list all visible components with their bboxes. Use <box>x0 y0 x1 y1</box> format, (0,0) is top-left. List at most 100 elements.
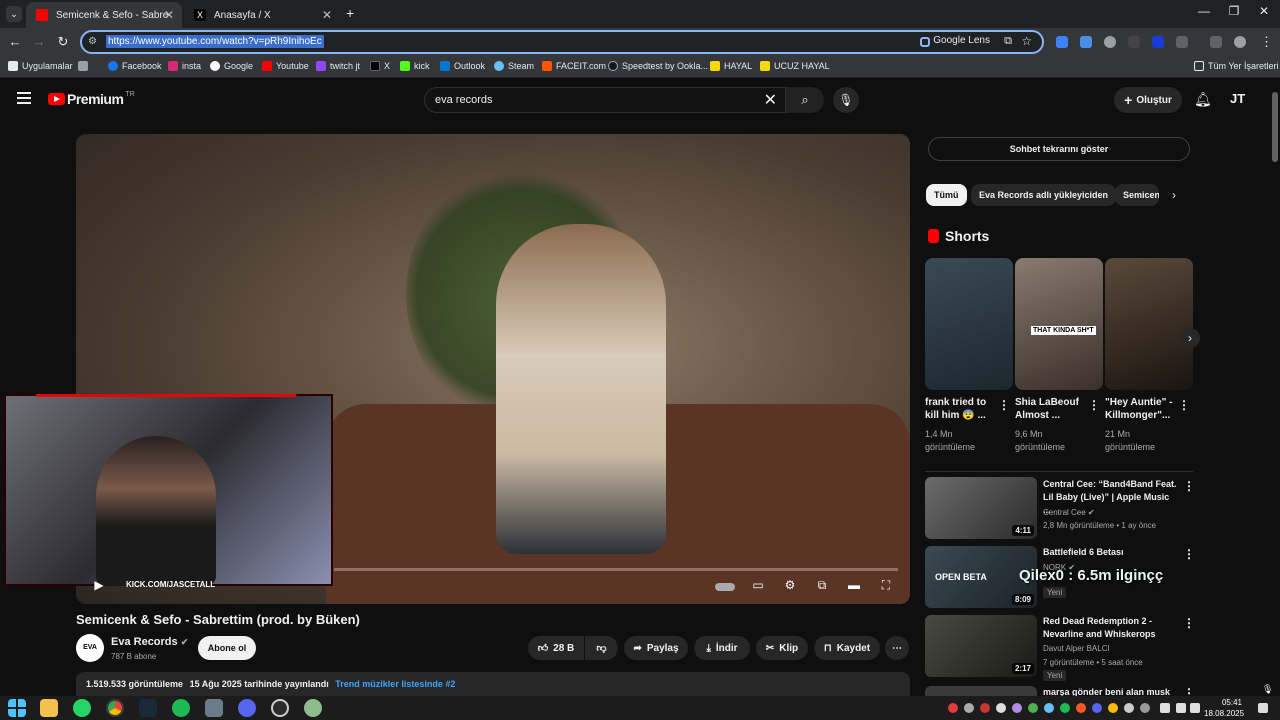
video-thumbnail[interactable] <box>925 686 1037 696</box>
chip-semicenk[interactable]: Semicen <box>1115 184 1159 206</box>
restore-icon[interactable]: ❐ <box>1219 4 1249 24</box>
discord-icon[interactable] <box>238 699 256 717</box>
short-thumbnail[interactable] <box>1105 258 1193 390</box>
bookmark-twitch[interactable]: twitch jt <box>316 61 360 71</box>
video-title[interactable]: Red Dead Redemption 2 - Nevarline and Wh… <box>1043 615 1179 641</box>
play-icon[interactable]: ▶ <box>90 578 108 596</box>
back-icon[interactable]: ← <box>6 33 24 51</box>
notifications-bell-icon[interactable]: 🔔︎ <box>1194 91 1212 108</box>
bookmark-steam[interactable]: Steam <box>494 61 534 71</box>
bookmark-ucuz-hayal[interactable]: UCUZ HAYAL <box>760 61 830 71</box>
extension-icon[interactable] <box>1056 36 1068 48</box>
bookmark-apps[interactable]: Uygulamalar <box>8 61 73 71</box>
tray-icon[interactable] <box>980 703 990 713</box>
more-actions-button[interactable]: ⋯ <box>885 636 909 660</box>
clip-button[interactable]: ✂ Klip <box>756 636 808 660</box>
save-button[interactable]: ⊓ Kaydet <box>814 636 880 660</box>
reload-icon[interactable]: ↻ <box>54 33 72 51</box>
channel-name[interactable]: Central Cee ✔ <box>1043 506 1183 519</box>
short-title[interactable]: "Hey Auntie" - Killmonger"... <box>1105 396 1177 422</box>
shorts-next-icon[interactable]: › <box>1180 328 1200 348</box>
tray-icon[interactable] <box>1044 703 1054 713</box>
tray-icon[interactable] <box>996 703 1006 713</box>
hamburger-menu-icon[interactable] <box>17 92 31 104</box>
google-lens-label[interactable]: Google Lens <box>933 35 990 46</box>
extension-icon[interactable] <box>1152 36 1164 48</box>
bookmark-star-icon[interactable]: ☆ <box>1021 34 1032 48</box>
bookmark-facebook[interactable]: Facebook <box>108 61 162 71</box>
chrome-icon[interactable] <box>106 699 124 717</box>
tray-icon[interactable] <box>1092 703 1102 713</box>
miniplayer-icon[interactable]: ⧉ <box>813 578 831 596</box>
tray-icon[interactable] <box>1076 703 1086 713</box>
close-icon[interactable]: ✕ <box>322 8 332 22</box>
channel-name[interactable]: Davut Alper BALCI <box>1043 642 1183 655</box>
tray-icon[interactable] <box>1124 703 1134 713</box>
tray-icon[interactable] <box>964 703 974 713</box>
spotify-icon[interactable] <box>172 699 190 717</box>
windows-start-icon[interactable] <box>8 699 26 717</box>
video-thumbnail[interactable]: 2:17 <box>925 615 1037 677</box>
extension-icon[interactable] <box>1128 36 1140 48</box>
tray-icon[interactable] <box>1012 703 1022 713</box>
video-menu-icon[interactable]: ⋮ <box>1183 479 1195 493</box>
short-thumbnail[interactable]: THAT KINDA SH*T <box>1015 258 1103 390</box>
video-menu-icon[interactable]: ⋮ <box>1183 686 1195 696</box>
close-icon[interactable]: ✕ <box>164 8 174 22</box>
tray-icon[interactable] <box>1060 703 1070 713</box>
bookmark-x[interactable]: X <box>370 61 390 71</box>
short-title[interactable]: Shia LaBeouf Almost ... <box>1015 396 1087 422</box>
all-bookmarks[interactable]: Tüm Yer İşaretleri <box>1194 61 1279 71</box>
search-button[interactable]: ⌕ <box>786 87 824 113</box>
subtitles-icon[interactable]: ▭ <box>749 578 767 596</box>
app-icon[interactable] <box>304 699 322 717</box>
tray-icon[interactable] <box>1028 703 1038 713</box>
menu-kebab-icon[interactable]: ⋮ <box>1260 34 1273 50</box>
theater-mode-icon[interactable]: ▬ <box>845 578 863 596</box>
minimize-icon[interactable]: — <box>1189 4 1219 24</box>
chip-all[interactable]: Tümü <box>926 184 967 206</box>
site-info-icon[interactable]: ⚙ <box>88 36 97 47</box>
show-chat-replay-button[interactable]: Sohbet tekrarını göster <box>928 137 1190 161</box>
voice-search-button[interactable]: 🎙 <box>833 87 859 113</box>
video-title[interactable]: Battlefield 6 Betası <box>1043 546 1179 559</box>
app-icon[interactable] <box>205 699 223 717</box>
channel-avatar[interactable]: EVA <box>76 634 104 662</box>
clock[interactable]: 05:41 18.08.2025 <box>1204 697 1244 719</box>
video-menu-icon[interactable]: ⋮ <box>1183 547 1195 561</box>
scrollbar-thumb[interactable] <box>1272 92 1278 162</box>
bookmark-hayal[interactable]: HAYAL <box>710 61 752 71</box>
bookmark-google[interactable]: Google <box>210 61 253 71</box>
short-menu-icon[interactable]: ⋮ <box>998 398 1010 412</box>
video-menu-icon[interactable]: ⋮ <box>1183 616 1195 630</box>
account-avatar[interactable]: JT <box>1230 91 1245 106</box>
install-app-icon[interactable]: ⧉ <box>1004 35 1012 48</box>
video-title[interactable]: marşa gönder beni alan musk <box>1043 686 1179 696</box>
video-thumbnail[interactable]: 4:11 <box>925 477 1037 539</box>
description-box[interactable]: 1.519.533 görüntüleme 15 Ağu 2025 tarihi… <box>76 672 910 696</box>
bookmark-faceit[interactable]: FACEIT.com <box>542 61 606 71</box>
forward-icon[interactable]: → <box>30 33 48 51</box>
short-thumbnail[interactable] <box>925 258 1013 390</box>
volume-icon[interactable] <box>1176 703 1186 713</box>
file-explorer-icon[interactable] <box>40 699 58 717</box>
window-close-icon[interactable]: ✕ <box>1249 4 1279 24</box>
youtube-logo[interactable]: Premium TR <box>48 91 135 107</box>
clear-search-icon[interactable]: ✕ <box>764 90 777 110</box>
bookmark-speedtest[interactable]: Speedtest by Ookla... <box>608 61 708 71</box>
speaker-icon[interactable] <box>1190 703 1200 713</box>
create-button[interactable]: + Oluştur <box>1114 87 1182 113</box>
share-button[interactable]: ➦ Paylaş <box>624 636 688 660</box>
progress-bar-track[interactable] <box>334 568 898 571</box>
tab-search-icon[interactable]: ⌄ <box>6 6 22 22</box>
bookmark-youtube[interactable]: Youtube <box>262 61 309 71</box>
chips-next-icon[interactable]: › <box>1172 188 1176 202</box>
search-input[interactable]: eva records <box>435 94 492 106</box>
network-icon[interactable] <box>1160 703 1170 713</box>
tray-icon[interactable] <box>1140 703 1150 713</box>
extensions-puzzle-icon[interactable] <box>1176 36 1188 48</box>
bookmark-kick[interactable]: kick <box>400 61 430 71</box>
notification-center-icon[interactable] <box>1258 703 1268 713</box>
new-tab-icon[interactable]: + <box>346 5 354 21</box>
fullscreen-icon[interactable]: ⛶ <box>877 578 895 596</box>
